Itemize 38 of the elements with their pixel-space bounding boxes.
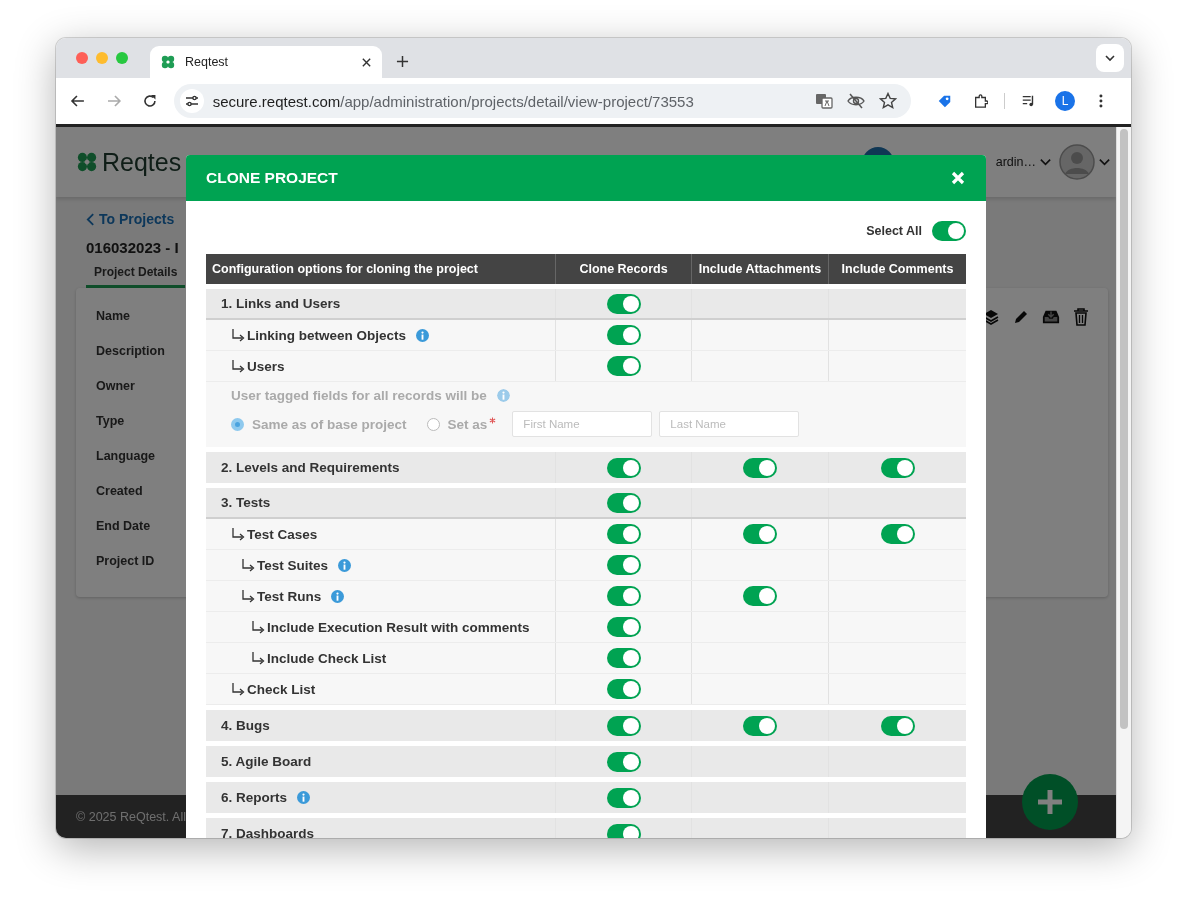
- option-label: 6. Reports: [221, 790, 288, 805]
- field-label: Type: [96, 413, 126, 429]
- option-label: 5. Agile Board: [221, 754, 312, 769]
- field-label: End Date: [96, 518, 152, 534]
- option-label: Test Runs: [257, 588, 322, 604]
- field-label: Description: [96, 343, 165, 359]
- profile-avatar[interactable]: L: [1055, 91, 1076, 111]
- option-label: 4. Bugs: [221, 718, 270, 733]
- option-label: 3. Tests: [221, 495, 271, 510]
- user-fields-label: User tagged fields for all records will be: [231, 388, 487, 403]
- dialog-title: CLONE PROJECT: [206, 169, 338, 187]
- project-title: 016032023 - I: [86, 239, 180, 256]
- column-header: Configuration options for cloning the project: [211, 261, 479, 278]
- option-label: Users: [247, 358, 285, 374]
- field-label: Created: [96, 483, 144, 499]
- option-label: Test Suites: [257, 557, 329, 573]
- copyright-text: © 2025 ReQtest. All: [76, 809, 186, 824]
- option-label: Test Cases: [247, 526, 318, 542]
- option-label: Check List: [247, 681, 316, 697]
- option-label: Include Execution Result with comments: [267, 619, 530, 635]
- column-header: Clone Records: [555, 254, 691, 284]
- column-header: Include Comments: [828, 254, 966, 284]
- column-header: Include Attachments: [691, 254, 828, 284]
- option-label: 1. Links and Users: [221, 296, 341, 311]
- option-label: Include Check List: [267, 650, 387, 666]
- browser-tab[interactable]: Reqtest: [150, 46, 382, 78]
- field-label: Language: [96, 448, 157, 464]
- select-all-label: Select All: [866, 224, 922, 238]
- field-label: Project ID: [96, 553, 156, 569]
- option-label: Linking between Objects: [247, 327, 407, 343]
- user-name[interactable]: ardin…: [995, 155, 1036, 169]
- logo-text: Reqtes: [102, 147, 182, 177]
- field-label: Name: [96, 308, 132, 324]
- option-label: 7. Dashboards: [221, 826, 315, 838]
- field-label: Owner: [96, 378, 136, 394]
- back-link[interactable]: To Projects: [86, 211, 1108, 227]
- address-bar[interactable]: secure.reqtest.com/app/administration/projects/detail/view-project/73553: [173, 84, 911, 118]
- option-label: 2. Levels and Requirements: [221, 460, 400, 475]
